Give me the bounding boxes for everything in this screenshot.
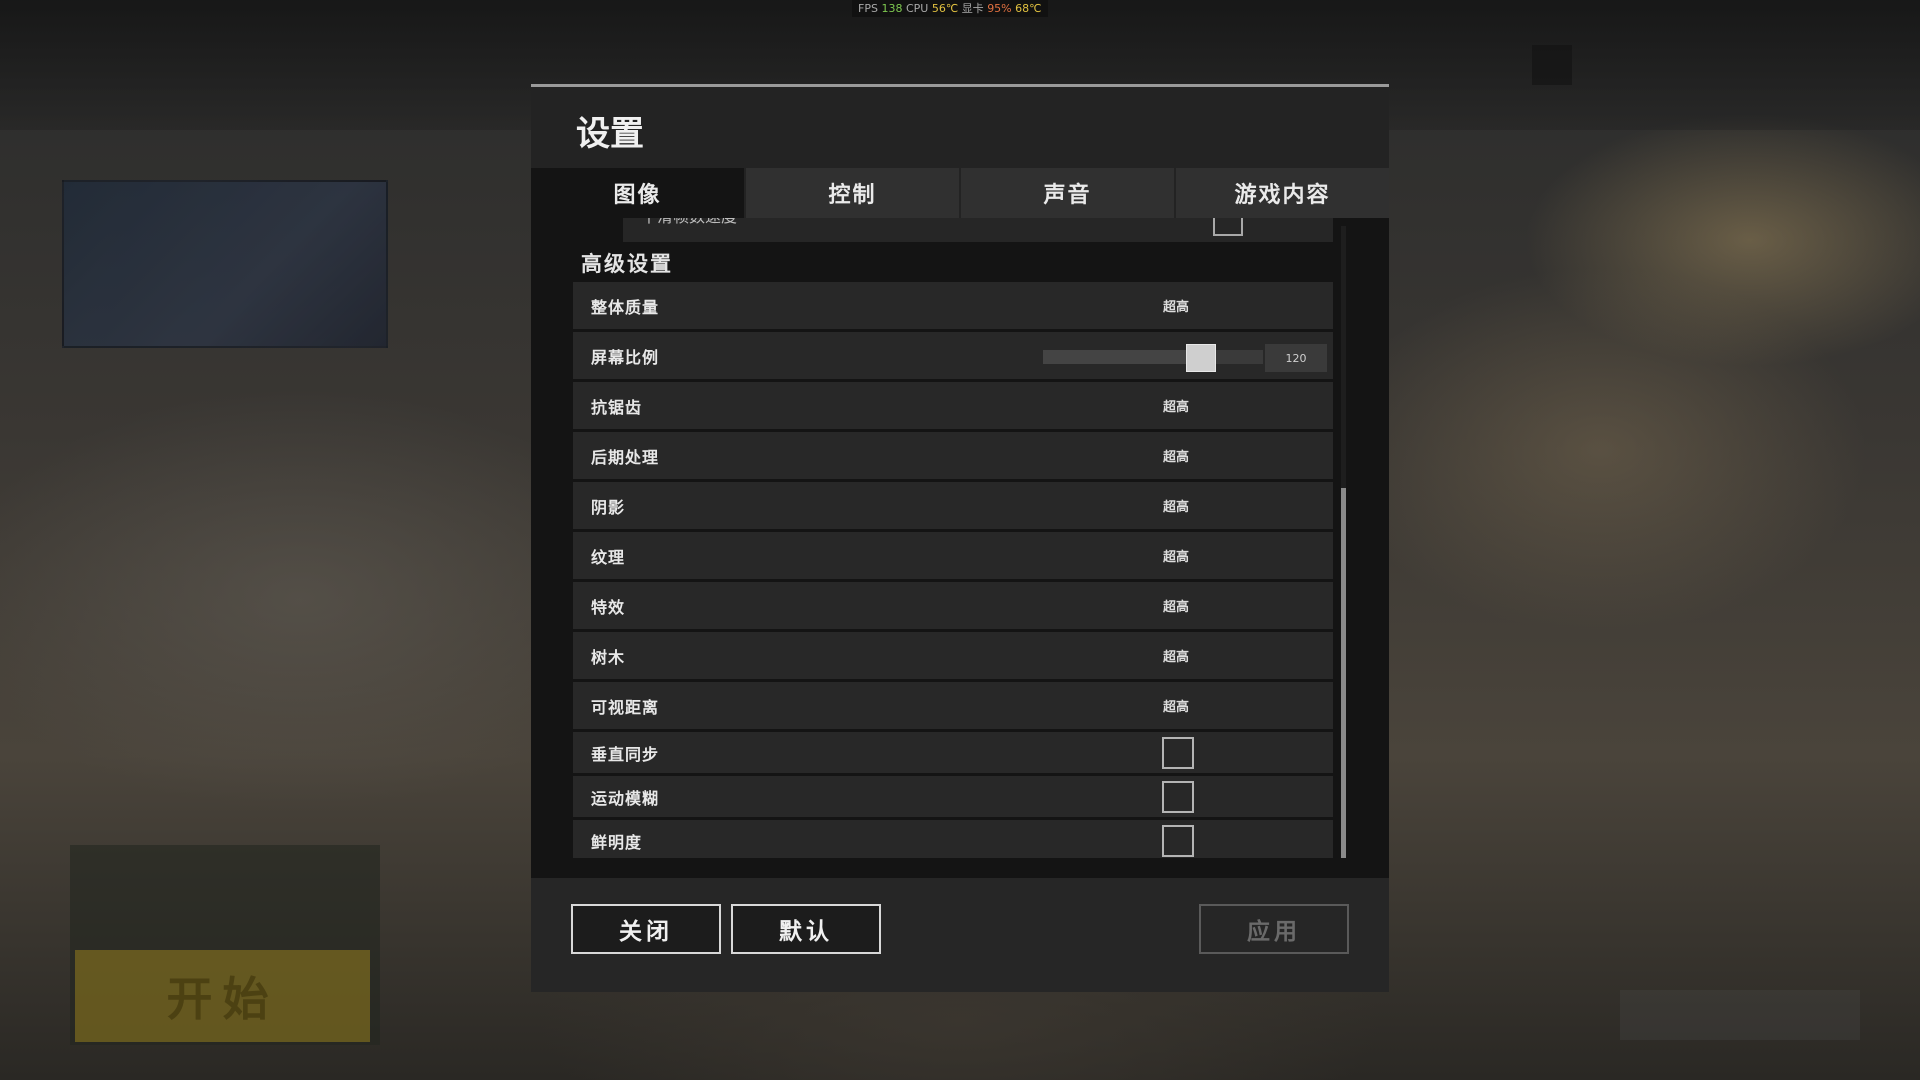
setting-row-effects[interactable]: 特效 超高 <box>573 582 1333 632</box>
setting-row-shadows[interactable]: 阴影 超高 <box>573 482 1333 532</box>
dialog-top-border <box>531 84 1389 87</box>
setting-label: 抗锯齿 <box>591 397 643 417</box>
setting-label: 平滑帧数速度 <box>641 218 737 226</box>
gpu-temp: 68℃ <box>1015 2 1042 15</box>
anti-aliasing-value[interactable]: 超高 <box>1163 396 1189 415</box>
scrollbar-thumb[interactable] <box>1341 488 1346 858</box>
foliage-value[interactable]: 超高 <box>1163 646 1189 665</box>
slider-thumb[interactable] <box>1185 344 1216 372</box>
setting-row-overall-quality[interactable]: 整体质量 超高 <box>573 282 1333 332</box>
motion-blur-checkbox[interactable] <box>1162 780 1194 813</box>
shadows-value[interactable]: 超高 <box>1163 496 1189 515</box>
section-title-advanced: 高级设置 <box>581 252 673 276</box>
vsync-checkbox[interactable] <box>1162 736 1194 769</box>
setting-row-post-processing[interactable]: 后期处理 超高 <box>573 432 1333 482</box>
cpu-temp: 56℃ <box>931 2 959 15</box>
setting-label: 运动模糊 <box>591 788 660 808</box>
close-button[interactable]: 关闭 <box>571 904 721 954</box>
settings-list: 整体质量 超高 屏幕比例 120 抗锯齿 超高 后期处理 超高 阴影 超高 纹理 超高 特效 超高 树木 超高… <box>573 282 1333 858</box>
setting-row-motion-blur[interactable]: 运动模糊 <box>573 776 1333 820</box>
effects-value[interactable]: 超高 <box>1163 596 1189 615</box>
textures-value[interactable]: 超高 <box>1163 546 1189 565</box>
overall-quality-value[interactable]: 超高 <box>1163 296 1189 315</box>
setting-row-sharpen[interactable]: 鲜明度 <box>573 820 1333 858</box>
setting-label: 后期处理 <box>591 447 660 467</box>
dialog-title: 设置 <box>576 114 644 154</box>
background-start-button: 开始 <box>75 950 370 1042</box>
default-button[interactable]: 默认 <box>731 904 881 954</box>
background-card <box>62 180 388 348</box>
tab-gameplay[interactable]: 游戏内容 <box>1176 168 1389 218</box>
gpu-load: 95% <box>987 2 1012 15</box>
smooth-framerate-checkbox[interactable] <box>1213 218 1243 236</box>
fps-label: FPS <box>858 2 878 15</box>
sharpen-checkbox[interactable] <box>1162 824 1194 857</box>
screen-scale-slider[interactable]: 120 <box>1043 344 1331 372</box>
setting-label: 屏幕比例 <box>591 347 660 367</box>
settings-scroll-area[interactable]: 平滑帧数速度 高级设置 整体质量超高屏幕比例120抗锯齿超高后期处理超高阴影超高… <box>573 218 1353 858</box>
setting-row-vsync[interactable]: 垂直同步 <box>573 732 1333 776</box>
setting-label: 阴影 <box>591 497 626 517</box>
slider-fill <box>1043 350 1186 364</box>
setting-row-textures[interactable]: 纹理 超高 <box>573 532 1333 582</box>
cpu-label: CPU <box>905 2 929 15</box>
setting-label: 鲜明度 <box>591 832 643 852</box>
post-processing-value[interactable]: 超高 <box>1163 446 1189 465</box>
setting-label: 树木 <box>591 647 626 667</box>
setting-label: 可视距离 <box>591 697 660 717</box>
dialog-footer: 关闭 默认 应用 <box>531 878 1389 992</box>
settings-tabs: 图像 控制 声音 游戏内容 <box>531 168 1389 218</box>
setting-label: 整体质量 <box>591 297 660 317</box>
background-avatar <box>1532 45 1572 85</box>
apply-button[interactable]: 应用 <box>1199 904 1349 954</box>
setting-label: 纹理 <box>591 547 626 567</box>
setting-row-smooth-framerate: 平滑帧数速度 <box>623 218 1333 242</box>
settings-dialog: 设置 图像 控制 声音 游戏内容 平滑帧数速度 高级设置 整体质量超高屏幕比例1… <box>531 84 1389 992</box>
slider-value[interactable]: 120 <box>1265 344 1327 372</box>
setting-row-anti-aliasing[interactable]: 抗锯齿 超高 <box>573 382 1333 432</box>
setting-row-foliage[interactable]: 树木 超高 <box>573 632 1333 682</box>
view-distance-value[interactable]: 超高 <box>1163 696 1189 715</box>
background-icon-bar <box>1620 990 1860 1040</box>
setting-row-view-distance[interactable]: 可视距离 超高 <box>573 682 1333 732</box>
settings-content: 平滑帧数速度 高级设置 整体质量超高屏幕比例120抗锯齿超高后期处理超高阴影超高… <box>531 218 1389 878</box>
fps-value: 138 <box>881 2 903 15</box>
setting-label: 特效 <box>591 597 626 617</box>
tab-controls[interactable]: 控制 <box>746 168 959 218</box>
tab-graphics[interactable]: 图像 <box>531 168 744 218</box>
performance-overlay: FPS 138 CPU 56℃ 显卡 95% 68℃ <box>852 0 1048 17</box>
setting-row-screen-scale[interactable]: 屏幕比例 120 <box>573 332 1333 382</box>
setting-label: 垂直同步 <box>591 744 660 764</box>
gpu-label: 显卡 <box>961 2 984 15</box>
tab-sound[interactable]: 声音 <box>961 168 1174 218</box>
